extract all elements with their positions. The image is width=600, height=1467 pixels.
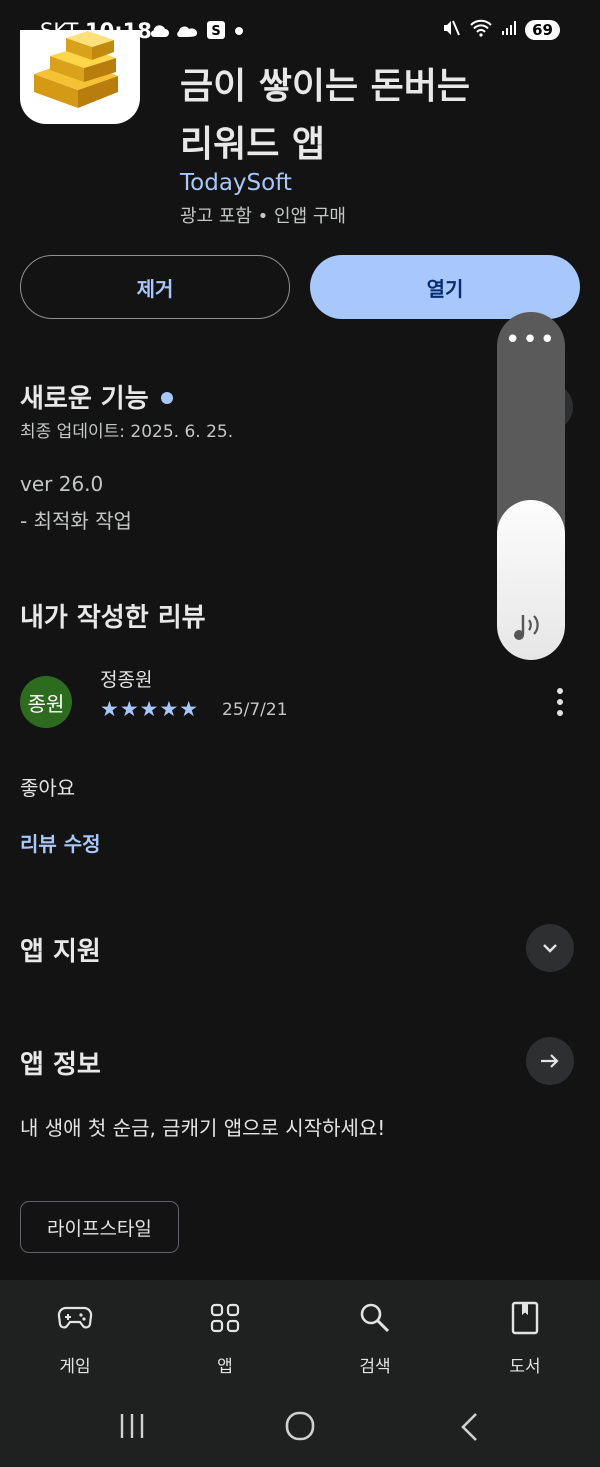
mute-icon bbox=[441, 18, 461, 42]
nav-apps[interactable]: 앱 bbox=[150, 1280, 300, 1388]
review-text: 좋아요 bbox=[20, 776, 76, 800]
review-date: 25/7/21 bbox=[222, 700, 288, 720]
recent-apps-button[interactable] bbox=[118, 1412, 146, 1444]
app-info-heading[interactable]: 앱 정보 bbox=[20, 1044, 101, 1081]
more-vert-icon bbox=[557, 688, 563, 716]
last-updated: 최종 업데이트: 2025. 6. 25. bbox=[20, 422, 234, 442]
category-chip[interactable]: 라이프스타일 bbox=[20, 1201, 179, 1253]
app-meta: 광고 포함 • 인앱 구매 bbox=[180, 206, 346, 227]
volume-more-icon[interactable]: ••• bbox=[497, 327, 565, 353]
open-button[interactable]: 열기 bbox=[310, 255, 580, 319]
home-icon bbox=[285, 1411, 315, 1441]
svg-text:S: S bbox=[211, 24, 220, 39]
review-more-button[interactable] bbox=[548, 686, 572, 718]
notification-icons: S bbox=[148, 20, 246, 44]
version-text: ver 26.0 bbox=[20, 472, 104, 496]
nav-games[interactable]: 게임 bbox=[0, 1280, 150, 1388]
gamepad-icon bbox=[57, 1300, 93, 1336]
wifi-icon bbox=[469, 19, 493, 41]
volume-panel[interactable]: ••• bbox=[497, 312, 565, 660]
book-icon bbox=[511, 1300, 539, 1336]
my-review-heading: 내가 작성한 리뷰 bbox=[20, 603, 206, 633]
bottom-navigation: 게임 앱 검색 도서 bbox=[0, 1280, 600, 1388]
gold-bars-icon bbox=[34, 31, 118, 108]
app-description: 내 생애 첫 순금, 금캐기 앱으로 시작하세요! bbox=[20, 1116, 386, 1140]
weather-icon bbox=[176, 21, 200, 43]
nav-search[interactable]: 검색 bbox=[300, 1280, 450, 1388]
home-button[interactable] bbox=[284, 1410, 316, 1446]
app-info-arrow-button[interactable] bbox=[526, 1037, 574, 1085]
developer-link[interactable]: TodaySoft bbox=[180, 170, 292, 196]
arrow-right-icon bbox=[541, 1054, 559, 1068]
signal-icon bbox=[501, 20, 517, 40]
edit-review-link[interactable]: 리뷰 수정 bbox=[20, 828, 101, 857]
avatar: 종원 bbox=[20, 676, 72, 728]
nav-search-label: 검색 bbox=[359, 1357, 391, 1377]
nav-books[interactable]: 도서 bbox=[450, 1280, 600, 1388]
app-title-line1: 금이 쌓이는 돈버는 bbox=[180, 66, 471, 107]
uninstall-button[interactable]: 제거 bbox=[20, 255, 290, 319]
s-app-icon: S bbox=[206, 20, 226, 44]
search-icon bbox=[359, 1300, 391, 1336]
app-support-expand-button[interactable] bbox=[526, 924, 574, 972]
apps-grid-icon bbox=[210, 1300, 240, 1336]
back-icon bbox=[461, 1413, 477, 1441]
system-status-icons: 69 bbox=[441, 18, 560, 42]
app-title: 금이 쌓이는 돈버는 리워드 앱 bbox=[180, 58, 580, 174]
nav-apps-label: 앱 bbox=[217, 1357, 233, 1377]
nav-games-label: 게임 bbox=[59, 1357, 91, 1377]
whats-new-title: 새로운 기능 bbox=[20, 384, 149, 414]
rating-stars: ★★★★★ bbox=[100, 697, 200, 721]
battery-indicator: 69 bbox=[525, 20, 560, 40]
nav-books-label: 도서 bbox=[509, 1357, 541, 1377]
app-support-heading[interactable]: 앱 지원 bbox=[20, 931, 101, 968]
dot-icon bbox=[232, 23, 246, 42]
reviewer-name: 정종원 bbox=[100, 669, 153, 691]
new-indicator-dot bbox=[160, 391, 173, 404]
back-button[interactable] bbox=[458, 1412, 482, 1446]
whats-new-heading[interactable]: 새로운 기능 bbox=[20, 378, 173, 415]
chevron-down-icon bbox=[543, 944, 557, 953]
cloud-icon bbox=[148, 22, 170, 42]
system-navigation-bar bbox=[0, 1388, 600, 1467]
recents-icon bbox=[120, 1414, 144, 1438]
media-volume-icon bbox=[511, 610, 547, 646]
update-note: - 최적화 작업 bbox=[20, 509, 132, 533]
app-icon bbox=[20, 30, 140, 124]
app-title-line2: 리워드 앱 bbox=[180, 124, 326, 165]
